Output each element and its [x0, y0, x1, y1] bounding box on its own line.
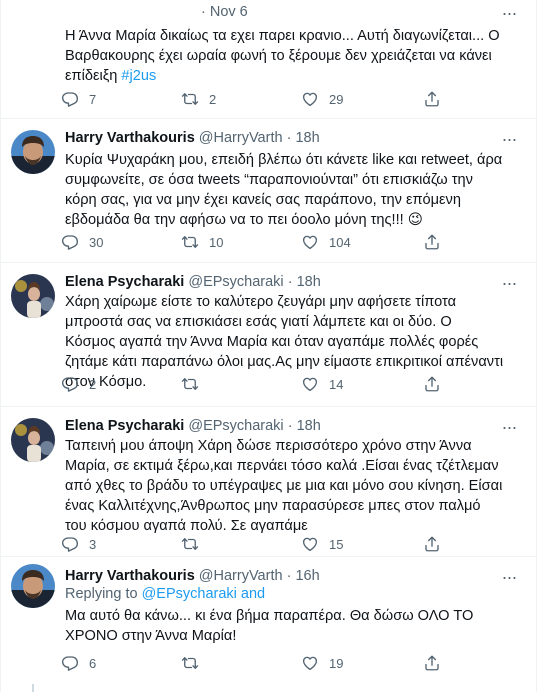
tweet-time[interactable]: Nov 6	[210, 4, 248, 20]
heart-icon	[301, 233, 319, 251]
reply-icon	[61, 233, 79, 251]
mention-link[interactable]: @EPsycharaki and	[142, 586, 266, 602]
like-button[interactable]: 19	[301, 654, 343, 672]
more-icon[interactable]: ···	[498, 274, 520, 292]
author-name[interactable]: Harry Varthakouris	[65, 130, 195, 146]
avatar[interactable]	[11, 274, 55, 318]
retweet-count: 2	[209, 91, 217, 107]
tweet-feed: · Nov 6 ··· Η Άννα Μαρία δικαίως τα εχει…	[0, 0, 537, 692]
reply-button[interactable]: 6	[61, 654, 96, 672]
tweet[interactable]: Harry Varthakouris @HarryVarth · 16h ···…	[1, 556, 536, 692]
tweet-header: Harry Varthakouris @HarryVarth · 16h	[65, 568, 320, 584]
separator-dot: ·	[286, 568, 292, 584]
tweet-header: Elena Psycharaki @EPsycharaki · 18h	[65, 418, 321, 434]
tweet-time[interactable]: 18h	[295, 130, 319, 146]
like-count: 19	[329, 655, 344, 671]
reply-count: 6	[89, 655, 97, 671]
heart-icon	[301, 535, 319, 553]
share-button[interactable]	[423, 90, 441, 108]
replying-to-label: Replying to	[65, 586, 142, 602]
share-icon	[423, 233, 441, 251]
tweet-text: Η Άννα Μαρία δικαίως τα εχει παρει κρανι…	[65, 26, 505, 86]
separator-dot: ·	[287, 274, 293, 290]
like-button[interactable]: 14	[301, 375, 343, 393]
reply-icon	[61, 654, 79, 672]
more-icon[interactable]: ···	[498, 418, 520, 436]
heart-icon	[301, 90, 319, 108]
separator-dot: ·	[286, 130, 292, 146]
like-count: 15	[329, 536, 344, 552]
like-count: 29	[329, 91, 344, 107]
retweet-icon	[181, 535, 199, 553]
retweet-icon	[181, 233, 199, 251]
retweet-icon	[181, 375, 199, 393]
share-button[interactable]	[423, 535, 441, 553]
separator-dot: ·	[287, 418, 293, 434]
retweet-count: 10	[209, 234, 224, 250]
reply-icon	[61, 375, 79, 393]
retweet-button[interactable]	[181, 535, 209, 553]
tweet-header: · Nov 6	[201, 4, 248, 20]
tweet-time[interactable]: 16h	[295, 568, 319, 584]
author-handle[interactable]: @HarryVarth	[199, 568, 283, 584]
more-icon[interactable]: ···	[498, 568, 520, 586]
author-handle[interactable]: @HarryVarth	[199, 130, 283, 146]
like-button[interactable]: 15	[301, 535, 343, 553]
tweet-header: Harry Varthakouris @HarryVarth · 18h	[65, 130, 320, 146]
retweet-button[interactable]: 10	[181, 233, 223, 251]
like-button[interactable]: 29	[301, 90, 343, 108]
more-icon[interactable]: ···	[498, 130, 520, 148]
like-count: 104	[329, 234, 351, 250]
tweet-header: Elena Psycharaki @EPsycharaki · 18h	[65, 274, 321, 290]
author-handle[interactable]: @EPsycharaki	[188, 274, 283, 290]
tweet-time[interactable]: 18h	[297, 274, 321, 290]
heart-icon	[301, 654, 319, 672]
author-handle[interactable]: @EPsycharaki	[188, 418, 283, 434]
reply-count: 2	[89, 376, 97, 392]
retweet-button[interactable]	[181, 375, 209, 393]
reply-icon	[61, 535, 79, 553]
tweet-text: Κυρία Ψυχαράκη μου, επειδή βλέπω ότι κάν…	[65, 152, 503, 228]
reply-count: 30	[89, 234, 104, 250]
author-name[interactable]: Harry Varthakouris	[65, 568, 195, 584]
replying-to: Replying to @EPsycharaki and	[65, 586, 265, 602]
reply-count: 3	[89, 536, 97, 552]
reply-button[interactable]: 30	[61, 233, 103, 251]
more-icon[interactable]: ···	[498, 4, 520, 22]
like-button[interactable]: 104	[301, 233, 351, 251]
retweet-icon	[181, 90, 199, 108]
tweet[interactable]: · Nov 6 ··· Η Άννα Μαρία δικαίως τα εχει…	[1, 0, 536, 119]
share-icon	[423, 375, 441, 393]
author-name[interactable]: Elena Psycharaki	[65, 274, 184, 290]
reply-button[interactable]: 7	[61, 90, 96, 108]
avatar[interactable]	[11, 564, 55, 608]
separator-dot: ·	[201, 4, 210, 20]
avatar[interactable]	[11, 130, 55, 174]
tweet-text: Μα αυτό θα κάνω... κι ένα βήμα παραπέρα.…	[65, 608, 474, 644]
tweet-text: Ταπεινή μου άποψη Χάρη δώσε περισσότερο …	[65, 438, 503, 534]
avatar[interactable]	[11, 418, 55, 462]
reply-button[interactable]: 3	[61, 535, 96, 553]
share-button[interactable]	[423, 654, 441, 672]
like-count: 14	[329, 376, 344, 392]
tweet[interactable]: Elena Psycharaki @EPsycharaki · 18h ··· …	[1, 262, 536, 407]
tweet[interactable]: Elena Psycharaki @EPsycharaki · 18h ··· …	[1, 406, 536, 557]
share-icon	[423, 90, 441, 108]
retweet-icon	[181, 654, 199, 672]
share-icon	[423, 654, 441, 672]
reply-count: 7	[89, 91, 97, 107]
retweet-button[interactable]: 2	[181, 90, 216, 108]
thread-line	[32, 684, 34, 692]
reply-button[interactable]: 2	[61, 375, 96, 393]
heart-icon	[301, 375, 319, 393]
tweet[interactable]: Harry Varthakouris @HarryVarth · 18h ···…	[1, 118, 536, 263]
share-button[interactable]	[423, 375, 441, 393]
retweet-button[interactable]	[181, 654, 209, 672]
hashtag-link[interactable]: #j2us	[121, 68, 156, 84]
tweet-time[interactable]: 18h	[297, 418, 321, 434]
share-icon	[423, 535, 441, 553]
author-name[interactable]: Elena Psycharaki	[65, 418, 184, 434]
share-button[interactable]	[423, 233, 441, 251]
reply-icon	[61, 90, 79, 108]
